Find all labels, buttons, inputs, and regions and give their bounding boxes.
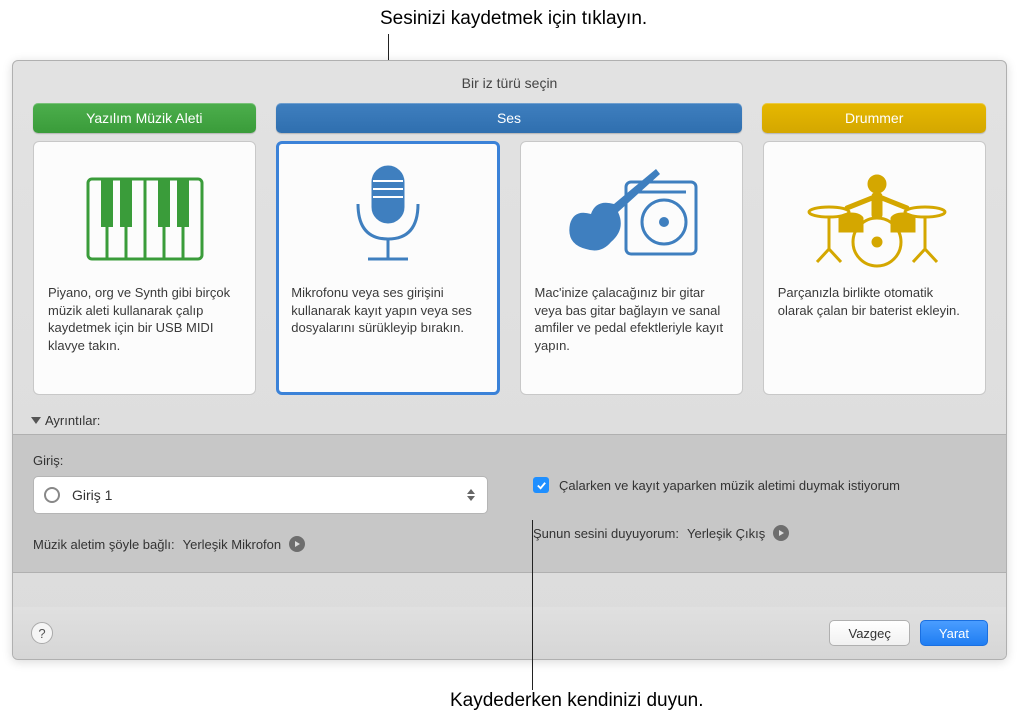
cancel-label: Vazgeç bbox=[848, 626, 890, 641]
details-panel: Giriş: Giriş 1 Müzik aletim şöyle bağlı:… bbox=[13, 434, 1006, 573]
select-arrows-icon bbox=[463, 483, 479, 507]
output-settings-button[interactable] bbox=[773, 525, 789, 541]
callout-top: Sesinizi kaydetmek için tıklayın. bbox=[380, 8, 647, 30]
details-left-column: Giriş: Giriş 1 Müzik aletim şöyle bağlı:… bbox=[33, 453, 493, 552]
monitor-checkbox-label: Çalarken ve kayıt yaparken müzik aletimi… bbox=[559, 478, 900, 493]
hearing-label: Şunun sesini duyuyorum: bbox=[533, 526, 679, 541]
details-right-column: Çalarken ve kayıt yaparken müzik aletimi… bbox=[533, 453, 986, 552]
card-description: Mikrofonu veya ses girişini kullanarak k… bbox=[291, 284, 484, 337]
card-description: Mac'inize çalacağınız bir gitar veya bas… bbox=[535, 284, 728, 354]
microphone-icon bbox=[291, 154, 484, 284]
input-select[interactable]: Giriş 1 bbox=[33, 476, 488, 514]
card-software-instrument[interactable]: Piyano, org ve Synth gibi birçok müzik a… bbox=[33, 141, 256, 395]
chevron-down-icon bbox=[31, 417, 41, 424]
instrument-connection-row: Müzik aletim şöyle bağlı: Yerleşik Mikro… bbox=[33, 536, 493, 552]
connection-settings-button[interactable] bbox=[289, 536, 305, 552]
hearing-output-row: Şunun sesini duyuyorum: Yerleşik Çıkış bbox=[533, 525, 986, 541]
card-drummer[interactable]: Parçanızla birlikte otomatik olarak çala… bbox=[763, 141, 986, 395]
dialog-footer: ? Vazgeç Yarat bbox=[13, 607, 1006, 659]
cancel-button[interactable]: Vazgeç bbox=[829, 620, 909, 646]
connected-value: Yerleşik Mikrofon bbox=[183, 537, 282, 552]
drummer-icon bbox=[778, 154, 971, 284]
track-cards-row: Piyano, org ve Synth gibi birçok müzik a… bbox=[13, 141, 1006, 407]
tab-label: Ses bbox=[497, 110, 521, 126]
input-value: Giriş 1 bbox=[72, 487, 112, 503]
connected-label: Müzik aletim şöyle bağlı: bbox=[33, 537, 175, 552]
callout-line-bottom bbox=[532, 520, 533, 690]
tab-drummer[interactable]: Drummer bbox=[762, 103, 986, 133]
tab-software-instrument[interactable]: Yazılım Müzik Aleti bbox=[33, 103, 256, 133]
help-button[interactable]: ? bbox=[31, 622, 53, 644]
help-icon: ? bbox=[38, 626, 45, 641]
monitor-checkbox-row[interactable]: Çalarken ve kayıt yaparken müzik aletimi… bbox=[533, 477, 986, 493]
input-channel-icon bbox=[44, 487, 60, 503]
new-track-dialog: Bir iz türü seçin Yazılım Müzik Aleti Se… bbox=[12, 60, 1007, 660]
keyboard-icon bbox=[48, 154, 241, 284]
hearing-value: Yerleşik Çıkış bbox=[687, 526, 765, 541]
callout-bottom: Kaydederken kendinizi duyun. bbox=[450, 690, 704, 712]
tab-label: Yazılım Müzik Aleti bbox=[86, 110, 202, 126]
card-audio-mic[interactable]: Mikrofonu veya ses girişini kullanarak k… bbox=[276, 141, 499, 395]
card-description: Parçanızla birlikte otomatik olarak çala… bbox=[778, 284, 971, 319]
card-description: Piyano, org ve Synth gibi birçok müzik a… bbox=[48, 284, 241, 354]
tab-label: Drummer bbox=[845, 110, 903, 126]
tab-audio[interactable]: Ses bbox=[276, 103, 743, 133]
card-audio-guitar[interactable]: Mac'inize çalacağınız bir gitar veya bas… bbox=[520, 141, 743, 395]
dialog-title: Bir iz türü seçin bbox=[13, 61, 1006, 103]
monitor-checkbox[interactable] bbox=[533, 477, 549, 493]
details-label: Ayrıntılar: bbox=[45, 413, 100, 428]
track-type-tabs: Yazılım Müzik Aleti Ses Drummer bbox=[13, 103, 1006, 141]
input-label: Giriş: bbox=[33, 453, 493, 468]
create-button[interactable]: Yarat bbox=[920, 620, 988, 646]
details-disclosure[interactable]: Ayrıntılar: bbox=[13, 407, 1006, 434]
create-label: Yarat bbox=[939, 626, 969, 641]
guitar-amp-icon bbox=[535, 154, 728, 284]
